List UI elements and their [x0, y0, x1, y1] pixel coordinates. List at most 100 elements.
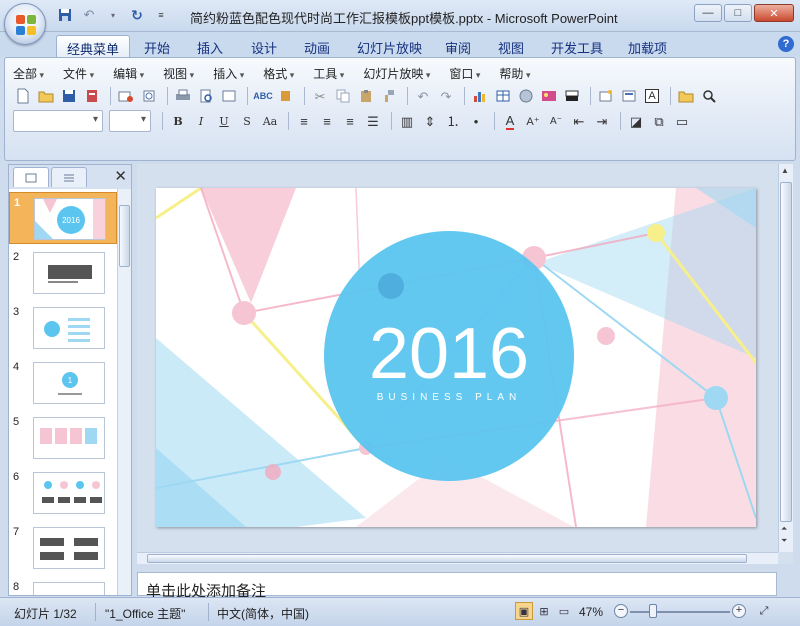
clip-art-icon[interactable] [516, 86, 536, 106]
tab-outline[interactable] [51, 167, 87, 187]
menu-slide-show[interactable]: 幻灯片放映 [363, 65, 430, 82]
paste-icon[interactable] [356, 86, 376, 106]
numbering-icon[interactable]: ⒈ [443, 111, 463, 131]
menu-view[interactable]: 视图 [163, 65, 194, 82]
columns-icon[interactable]: ▥ [397, 111, 417, 131]
slide-thumbnail-8[interactable]: 8 [9, 577, 117, 595]
new-slide-icon[interactable] [596, 86, 616, 106]
picture-icon[interactable] [539, 86, 559, 106]
print-icon[interactable] [173, 86, 193, 106]
save-icon[interactable] [56, 7, 74, 23]
bullets-icon[interactable]: • [466, 111, 486, 131]
undo-dropdown-icon[interactable]: ▾ [104, 7, 122, 23]
thumbnails-scrollbar[interactable] [117, 189, 131, 595]
shapes-icon[interactable]: ◪ [626, 111, 646, 131]
slide-thumbnail-3[interactable]: 3 [9, 302, 117, 354]
strikethrough-icon[interactable]: S [237, 111, 257, 131]
thesaurus-icon[interactable] [276, 86, 296, 106]
menu-format[interactable]: 格式 [263, 65, 294, 82]
undo-icon[interactable]: ↶ [80, 7, 98, 23]
color-grayscale-icon[interactable] [562, 86, 582, 106]
menu-window[interactable]: 窗口 [449, 65, 480, 82]
next-slide-icon[interactable]: ⏷ [781, 536, 787, 546]
justify-icon[interactable]: ☰ [363, 111, 383, 131]
notes-pane[interactable]: 单击此处添加备注 [137, 572, 777, 600]
tab-review[interactable]: 审阅 [435, 35, 481, 57]
editor-horizontal-scrollbar[interactable] [137, 552, 778, 564]
align-right-icon[interactable]: ≡ [340, 111, 360, 131]
email-icon[interactable] [116, 86, 136, 106]
zoom-out-icon[interactable]: − [614, 604, 628, 618]
save-icon[interactable] [59, 86, 79, 106]
help-icon[interactable]: ? [778, 36, 794, 52]
scroll-up-icon[interactable]: ▲ [781, 166, 789, 175]
slide-thumbnail-5[interactable]: 5 [9, 412, 117, 464]
close-panel-icon[interactable]: ✕ [114, 167, 127, 185]
tab-view[interactable]: 视图 [488, 35, 534, 57]
bold-icon[interactable]: B [168, 111, 188, 131]
font-name-combo[interactable] [13, 110, 103, 132]
slide-thumbnail-6[interactable]: 6 [9, 467, 117, 519]
font-size-combo[interactable] [109, 110, 151, 132]
slide-thumbnail-2[interactable]: 2 [9, 247, 117, 299]
print-preview-icon[interactable] [196, 86, 216, 106]
permission-icon[interactable] [82, 86, 102, 106]
zoom-in-icon[interactable]: + [732, 604, 746, 618]
research-icon[interactable] [219, 86, 239, 106]
quick-styles-icon[interactable]: ▭ [672, 111, 692, 131]
align-center-icon[interactable]: ≡ [317, 111, 337, 131]
tab-add-ins[interactable]: 加载项 [618, 35, 677, 57]
menu-help[interactable]: 帮助 [499, 65, 530, 82]
layout-icon[interactable] [619, 86, 639, 106]
close-button[interactable]: ✕ [754, 4, 794, 22]
increase-font-icon[interactable]: A⁺ [523, 111, 543, 131]
menu-file[interactable]: 文件 [63, 65, 94, 82]
normal-view-icon[interactable]: ▣ [515, 602, 533, 620]
tab-home[interactable]: 开始 [134, 35, 180, 57]
slide-thumbnail-4[interactable]: 4 1 [9, 357, 117, 409]
language-indicator[interactable]: 中文(简体，中国) [217, 605, 309, 622]
office-button[interactable] [4, 3, 46, 45]
cut-icon[interactable]: ✂ [310, 86, 330, 106]
format-painter-icon[interactable] [379, 86, 399, 106]
tab-slides[interactable] [13, 167, 49, 187]
decrease-indent-icon[interactable]: ⇤ [569, 111, 589, 131]
line-spacing-icon[interactable]: ⇕ [420, 111, 440, 131]
redo-icon[interactable]: ↷ [436, 86, 456, 106]
slide-show-view-icon[interactable]: ▭ [555, 602, 573, 620]
spelling-icon[interactable]: ABC [253, 86, 273, 106]
customize-qat-icon[interactable]: ≡ [152, 7, 170, 23]
current-slide[interactable]: 2016 BUSINESS PLAN [156, 188, 756, 527]
tab-animations[interactable]: 动画 [294, 35, 340, 57]
menu-edit[interactable]: 编辑 [113, 65, 144, 82]
redo-icon[interactable]: ↻ [128, 7, 146, 23]
editor-vertical-scrollbar[interactable]: ▲ ⏶ ⏷ [778, 164, 793, 552]
menu-all[interactable]: 全部 [13, 65, 44, 82]
increase-indent-icon[interactable]: ⇥ [592, 111, 612, 131]
font-color-icon[interactable]: A [500, 111, 520, 131]
tab-design[interactable]: 设计 [241, 35, 287, 57]
fit-to-window-icon[interactable]: ⤢ [755, 602, 773, 620]
publish-icon[interactable] [139, 86, 159, 106]
underline-icon[interactable]: U [214, 111, 234, 131]
previous-slide-icon[interactable]: ⏶ [781, 524, 787, 534]
menu-insert[interactable]: 插入 [213, 65, 244, 82]
slide-thumbnail-7[interactable]: 7 [9, 522, 117, 574]
tab-insert[interactable]: 插入 [187, 35, 233, 57]
maximize-button[interactable]: □ [724, 4, 752, 22]
align-left-icon[interactable]: ≡ [294, 111, 314, 131]
text-box-icon[interactable]: A [642, 86, 662, 106]
zoom-slider-track[interactable] [630, 611, 730, 613]
minimize-button[interactable]: — [694, 4, 722, 22]
theme-name[interactable]: "1_Office 主题" [105, 605, 185, 622]
table-icon[interactable] [493, 86, 513, 106]
arrange-icon[interactable]: ⧉ [649, 111, 669, 131]
zoom-level[interactable]: 47% [579, 605, 603, 619]
open-icon[interactable] [36, 86, 56, 106]
zoom-slider-handle[interactable] [649, 604, 657, 618]
chart-icon[interactable] [470, 86, 490, 106]
menu-tools[interactable]: 工具 [313, 65, 344, 82]
tab-developer[interactable]: 开发工具 [541, 35, 613, 57]
decrease-font-icon[interactable]: A⁻ [546, 111, 566, 131]
change-case-icon[interactable]: Aa [260, 111, 280, 131]
